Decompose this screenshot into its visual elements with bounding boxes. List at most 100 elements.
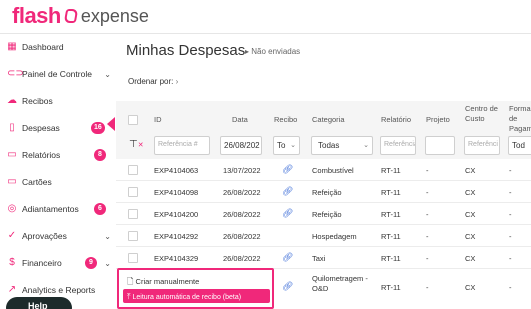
- create-manually-option[interactable]: 🗋︎ Criar manualmente: [124, 274, 269, 287]
- table-row[interactable]: EXP4104292 26/08/2022 Hospedagem RT-11 -…: [116, 225, 531, 247]
- sidebar-item-painel[interactable]: ⊂⊃ Painel de Controle ⌄: [0, 61, 115, 87]
- sort-control[interactable]: Ordenar por: ›: [128, 77, 178, 86]
- filter-recibo-select[interactable]: To ⌄: [273, 136, 300, 155]
- link-icon[interactable]: 🔗︎: [282, 252, 293, 263]
- row-checkbox[interactable]: [128, 209, 138, 219]
- cell-cost-center: CX: [465, 283, 476, 292]
- filter-centro-input[interactable]: Referênci: [464, 136, 500, 155]
- cell-id[interactable]: EXP4104292: [154, 232, 198, 241]
- filter-projeto-input[interactable]: [425, 136, 455, 155]
- row-checkbox[interactable]: [128, 187, 138, 197]
- column-header-forma[interactable]: Forma de Pagam: [509, 104, 531, 134]
- table-row[interactable]: EXP4104063 13/07/2022 🔗︎ Combustível RT-…: [116, 159, 531, 181]
- count-badge: 9: [85, 257, 97, 269]
- column-header-relatorio[interactable]: Relatório: [381, 115, 411, 125]
- card-icon: ▭: [7, 176, 17, 187]
- filter-date-input[interactable]: 26/08/202: [220, 136, 262, 155]
- sidebar-item-label: Cartões: [22, 177, 52, 187]
- column-header-date[interactable]: Data: [232, 115, 248, 125]
- cell-category: Refeição: [312, 210, 342, 219]
- sidebar-item-despesas[interactable]: ▯ Despesas 16: [0, 115, 115, 141]
- active-indicator: [107, 117, 115, 131]
- cell-id[interactable]: EXP4104329: [154, 254, 198, 263]
- sidebar: ▦ Dashboard ⊂⊃ Painel de Controle ⌄ ☁ Re…: [0, 34, 115, 309]
- cell-payment: -: [509, 188, 512, 197]
- column-header-categoria[interactable]: Categoria: [312, 115, 345, 125]
- link-icon[interactable]: 🔗︎: [282, 208, 293, 219]
- row-checkbox[interactable]: [128, 231, 138, 241]
- filter-categoria-select[interactable]: Todas ⌄: [311, 136, 373, 155]
- column-header-projeto[interactable]: Projeto: [426, 115, 450, 125]
- sidebar-item-label: Painel de Controle: [22, 69, 92, 79]
- sidebar-item-label: Adiantamentos: [22, 204, 79, 214]
- cell-report[interactable]: RT-11: [381, 188, 401, 197]
- chevron-down-icon: ⌄: [104, 231, 111, 241]
- table-row[interactable]: EXP4104329 26/08/2022 🔗︎ Taxi RT-11 - CX…: [116, 247, 531, 269]
- sidebar-item-label: Financeiro: [22, 258, 62, 268]
- upload-icon: ⤒: [127, 292, 131, 301]
- dollar-icon: $: [9, 257, 15, 268]
- cell-report[interactable]: RT-11: [381, 283, 401, 292]
- cell-report[interactable]: RT-11: [381, 254, 401, 263]
- cell-id[interactable]: EXP4104098: [154, 188, 198, 197]
- filter-forma-select[interactable]: Tod: [508, 136, 531, 155]
- filter-relatorio-input[interactable]: Referência: [380, 136, 416, 155]
- cell-date: 26/08/2022: [223, 254, 261, 263]
- cell-id[interactable]: EXP4104063: [154, 166, 198, 175]
- table-row[interactable]: EXP4104098 26/08/2022 🔗︎ Refeição RT-11 …: [116, 181, 531, 203]
- help-button[interactable]: Help: [6, 297, 72, 309]
- cell-cost-center: CX: [465, 232, 476, 241]
- column-header-recibo[interactable]: Recibo: [274, 115, 297, 125]
- filter-recibo-value: To: [277, 141, 286, 150]
- cell-category: Hospedagem: [312, 232, 357, 241]
- sidebar-item-aprovacoes[interactable]: ✓ Aprovações ⌄: [0, 223, 115, 249]
- cell-category: Combustível: [312, 166, 354, 175]
- chevron-down-icon: ⌄: [290, 142, 296, 149]
- link-icon[interactable]: 🔗︎: [282, 164, 293, 175]
- link-icon[interactable]: 🔗︎: [282, 281, 293, 292]
- sidebar-item-cartoes[interactable]: ▭ Cartões: [0, 169, 115, 195]
- row-checkbox[interactable]: [128, 253, 138, 263]
- filter-row: ⊤✕ Referência # 26/08/202 To ⌄ Todas ⌄ Ref…: [116, 133, 531, 159]
- sidebar-item-dashboard[interactable]: ▦ Dashboard: [0, 34, 115, 60]
- filter-id-input[interactable]: Referência #: [154, 136, 210, 155]
- cell-report[interactable]: RT-11: [381, 166, 401, 175]
- sidebar-item-label: Relatórios: [22, 150, 61, 160]
- page-subtitle: ▸ Não enviadas: [245, 47, 301, 56]
- cell-report[interactable]: RT-11: [381, 210, 401, 219]
- sort-label: Ordenar por:: [128, 77, 174, 86]
- clear-filter-icon[interactable]: ⊤✕: [129, 139, 144, 150]
- count-badge: 6: [94, 203, 106, 215]
- cell-date: 26/08/2022: [223, 188, 261, 197]
- subtitle-text: Não enviadas: [251, 47, 301, 56]
- grid-icon: ▦: [7, 41, 17, 52]
- row-checkbox[interactable]: [128, 165, 138, 175]
- table-row[interactable]: EXP4104200 26/08/2022 🔗︎ Refeição RT-11 …: [116, 203, 531, 225]
- cell-payment: -: [509, 210, 512, 219]
- sidebar-item-relatorios[interactable]: ▭ Relatórios 8: [0, 142, 115, 168]
- filter-categoria-value: Todas: [318, 141, 340, 150]
- cell-report[interactable]: RT-11: [381, 232, 401, 241]
- cell-project: -: [426, 210, 429, 219]
- cell-id[interactable]: EXP4104200: [154, 210, 198, 219]
- cell-project: -: [426, 188, 429, 197]
- cell-cost-center: CX: [465, 210, 476, 219]
- document-icon: 🗋︎: [127, 277, 134, 286]
- sidebar-item-adiantamentos[interactable]: ◎ Adiantamentos 6: [0, 196, 115, 222]
- sidebar-item-financeiro[interactable]: $ Financeiro 9 ⌄: [0, 250, 115, 276]
- select-all-checkbox[interactable]: [128, 115, 138, 125]
- cell-payment: -: [509, 166, 512, 175]
- sidebar-item-recibos[interactable]: ☁ Recibos: [0, 88, 115, 114]
- sidebar-item-label: Dashboard: [22, 42, 64, 52]
- column-header-centro[interactable]: Centro de Custo: [465, 104, 505, 124]
- column-header-id[interactable]: ID: [154, 115, 162, 125]
- sidebar-item-label: Recibos: [22, 96, 53, 106]
- chevron-right-icon: ›: [175, 77, 179, 86]
- logo-mark-icon: [63, 9, 79, 23]
- cell-cost-center: CX: [465, 254, 476, 263]
- auto-receipt-reading-option[interactable]: ⤒ Leitura automática de recibo (beta): [123, 289, 270, 303]
- coin-icon: ◎: [7, 203, 17, 214]
- logo[interactable]: flash expense: [12, 3, 149, 29]
- count-badge: 8: [94, 149, 106, 161]
- link-icon[interactable]: 🔗︎: [282, 186, 293, 197]
